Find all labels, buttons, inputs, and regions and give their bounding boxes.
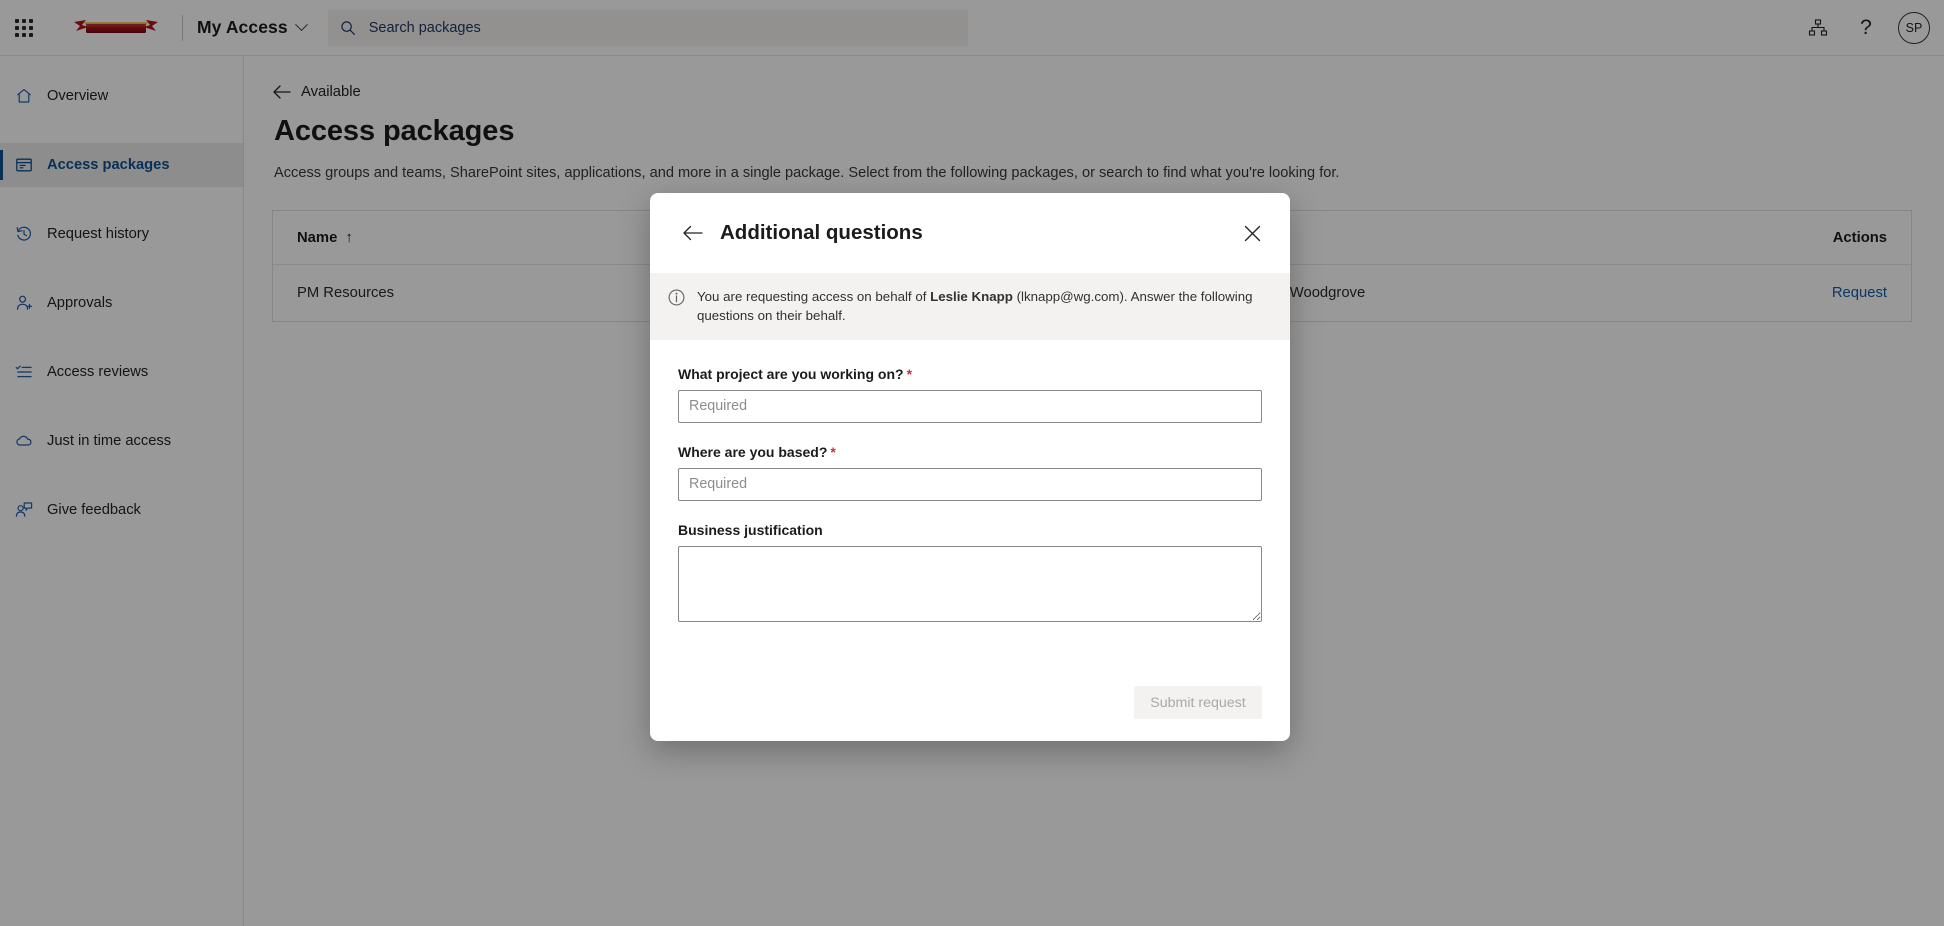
- dialog-header: Additional questions: [650, 205, 1290, 261]
- field-label-text: Where are you based?: [678, 444, 827, 460]
- field-label: What project are you working on?*: [678, 366, 1262, 382]
- required-asterisk: *: [830, 444, 835, 460]
- back-arrow-icon: [682, 225, 703, 241]
- field-label-text: What project are you working on?: [678, 366, 904, 382]
- required-asterisk: *: [907, 366, 912, 382]
- dialog-title: Additional questions: [720, 221, 923, 245]
- field-label: Business justification: [678, 522, 1262, 538]
- info-prefix: You are requesting access on behalf of: [697, 289, 930, 304]
- field-project: What project are you working on?*: [678, 366, 1262, 423]
- info-person-name: Leslie Knapp: [930, 289, 1013, 304]
- business-justification-textarea[interactable]: [678, 546, 1262, 622]
- dialog-back-button[interactable]: [678, 219, 706, 247]
- field-label: Where are you based?*: [678, 444, 1262, 460]
- dialog-body: What project are you working on?* Where …: [650, 340, 1290, 672]
- dialog-close-button[interactable]: [1236, 217, 1268, 249]
- submit-request-button[interactable]: Submit request: [1134, 686, 1262, 719]
- close-icon: [1244, 225, 1261, 242]
- on-behalf-of-info-bar: You are requesting access on behalf of L…: [650, 273, 1290, 340]
- info-text: You are requesting access on behalf of L…: [697, 287, 1268, 326]
- dialog-footer: Submit request: [650, 672, 1290, 741]
- field-business-justification: Business justification: [678, 522, 1262, 627]
- additional-questions-dialog: Additional questions You are requesting …: [650, 193, 1290, 741]
- info-icon: [668, 289, 685, 306]
- project-input[interactable]: [678, 390, 1262, 423]
- location-input[interactable]: [678, 468, 1262, 501]
- field-location: Where are you based?*: [678, 444, 1262, 501]
